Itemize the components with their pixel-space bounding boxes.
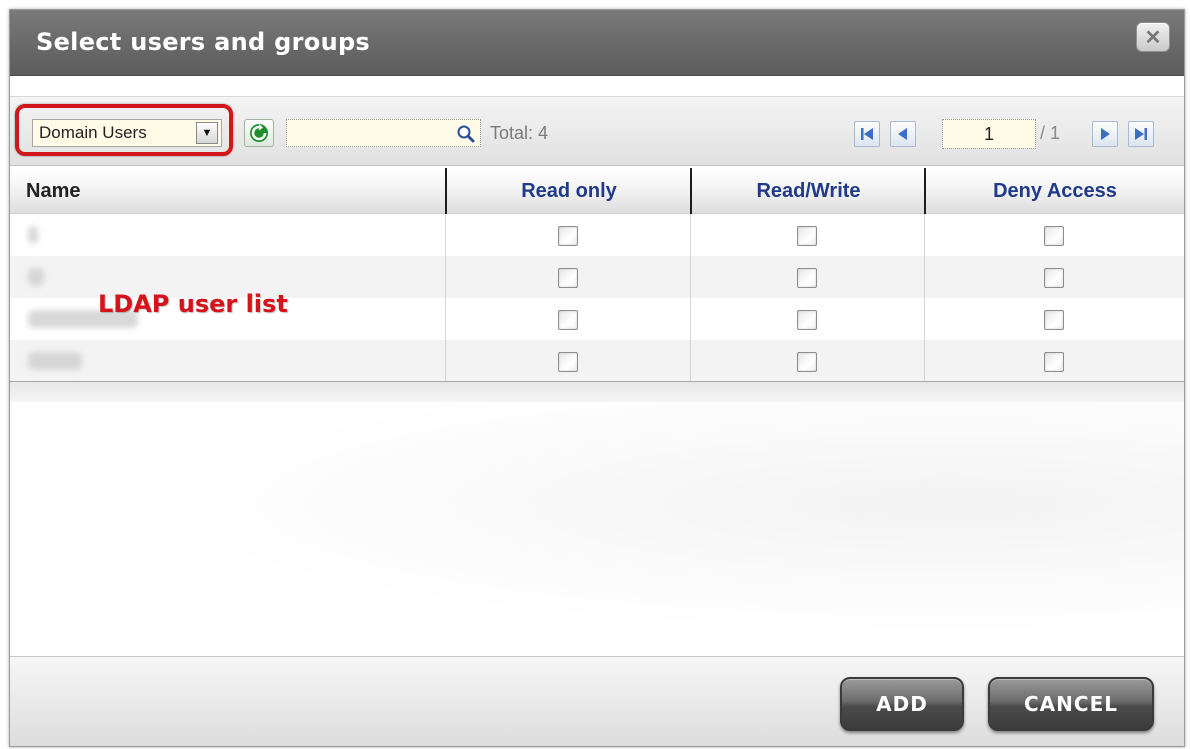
read-write-checkbox[interactable] [797,310,817,330]
last-page-button[interactable] [1128,121,1154,147]
read-only-checkbox[interactable] [558,268,578,288]
last-page-icon [1135,128,1147,140]
prev-page-button[interactable] [890,121,916,147]
deny-access-checkbox[interactable] [1044,310,1064,330]
next-page-icon [1101,128,1110,140]
read-only-checkbox[interactable] [558,352,578,372]
first-page-icon [861,128,873,140]
close-icon: ✕ [1144,26,1162,49]
search-input[interactable] [287,120,447,146]
deny-access-checkbox[interactable] [1044,352,1064,372]
column-header-read-write[interactable]: Read/Write [692,168,925,214]
column-header-deny-access[interactable]: Deny Access [926,168,1184,214]
page-number-input[interactable]: 1 [942,119,1036,149]
column-header-name[interactable]: Name [10,168,446,214]
dialog-footer: ADD CANCEL [10,656,1184,746]
read-write-checkbox[interactable] [797,268,817,288]
first-page-button[interactable] [854,121,880,147]
refresh-icon [250,124,268,142]
refresh-button[interactable] [244,119,274,147]
select-users-dialog: Select users and groups ✕ Domain Users ▼ [9,9,1185,747]
prev-page-icon [898,128,907,140]
read-write-checkbox[interactable] [797,352,817,372]
read-only-checkbox[interactable] [558,310,578,330]
dialog-title: Select users and groups [36,28,371,56]
total-value: 4 [538,123,549,143]
table-footer-strip [10,382,1184,402]
column-header-read-only[interactable]: Read only [447,168,691,214]
dialog-titlebar: Select users and groups ✕ [10,10,1184,76]
page-total: / 1 [1040,123,1061,143]
total-label: Total: [490,123,534,143]
user-name-redacted [28,352,82,370]
column-divider [924,214,925,382]
search-icon[interactable] [455,123,477,145]
total-count: Total: 4 [490,123,548,144]
group-type-select-value: Domain Users [39,123,147,142]
table-header: Name Read only Read/Write Deny Access [10,168,1184,214]
deny-access-checkbox[interactable] [1044,268,1064,288]
read-only-checkbox[interactable] [558,226,578,246]
search-box [286,119,481,147]
table-row [10,214,1184,256]
read-write-checkbox[interactable] [797,226,817,246]
column-divider [445,214,446,382]
user-name-redacted [28,226,38,244]
deny-access-checkbox[interactable] [1044,226,1064,246]
annotation-label: LDAP user list [98,290,288,318]
column-divider [690,214,691,382]
add-button[interactable]: ADD [840,677,964,731]
dropdown-arrow-icon[interactable]: ▼ [196,122,218,144]
group-type-select[interactable]: Domain Users ▼ [32,119,222,147]
toolbar: Domain Users ▼ Total: 4 1 / 1 [10,96,1184,166]
cancel-button[interactable]: CANCEL [988,677,1154,731]
table-row [10,340,1184,382]
close-button[interactable]: ✕ [1136,22,1170,52]
empty-list-area [10,402,1184,656]
next-page-button[interactable] [1092,121,1118,147]
user-name-redacted [28,268,44,286]
